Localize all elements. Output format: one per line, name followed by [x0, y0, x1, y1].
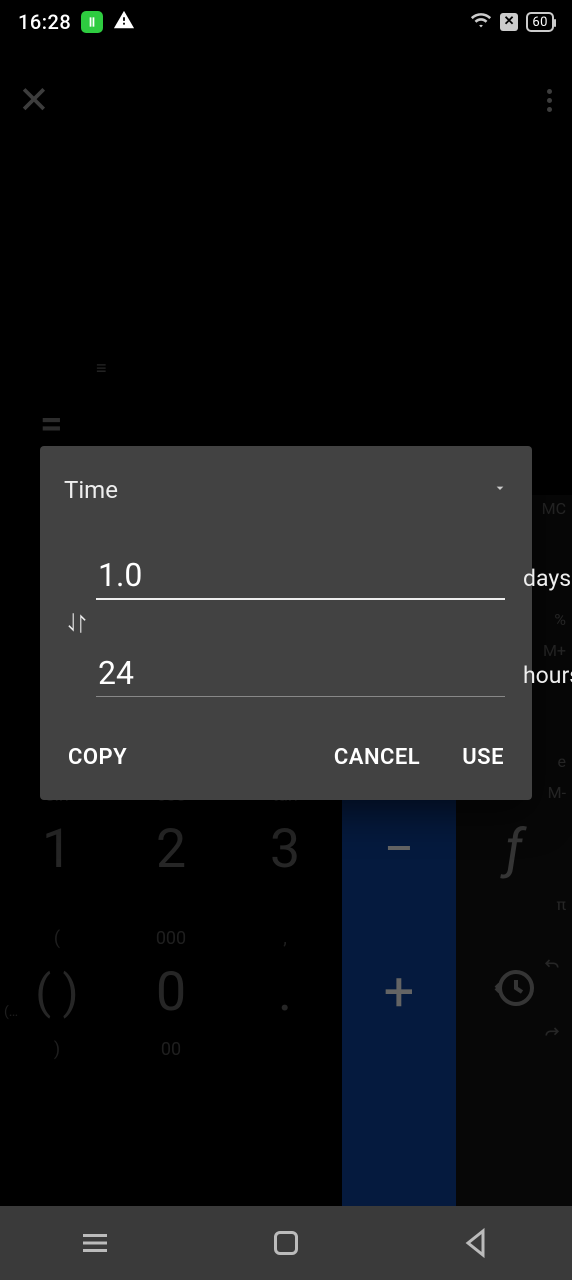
key-1[interactable]: sin1 — [0, 779, 114, 921]
equals-indicator: = — [40, 400, 63, 447]
from-unit-select[interactable]: days — [523, 565, 572, 600]
from-value-input[interactable] — [96, 552, 505, 600]
key-3[interactable]: tan3 — [228, 779, 342, 921]
system-nav-bar — [0, 1206, 572, 1280]
key-plus[interactable]: + — [342, 922, 456, 1064]
from-unit-label: days — [523, 565, 571, 592]
warning-icon — [113, 9, 135, 36]
to-value-input[interactable] — [96, 650, 505, 697]
status-x-icon: ✕ — [500, 13, 518, 31]
to-unit-select[interactable]: hours — [523, 662, 572, 697]
unit-converter-dialog: Time days hours — [40, 446, 532, 800]
history-icon — [490, 964, 538, 1022]
history-indicator-icon: ≡ — [96, 358, 107, 379]
key-decimal[interactable]: ,. — [228, 922, 342, 1064]
status-clock: 16:28 — [18, 10, 71, 34]
key-function[interactable]: M- ƒ π — [456, 779, 572, 921]
battery-indicator: 60 — [526, 12, 554, 32]
wifi-icon — [470, 9, 492, 36]
key-parentheses[interactable]: ( (… ( ) ) — [0, 922, 114, 1064]
key-0[interactable]: 000000 — [114, 922, 228, 1064]
key-history[interactable] — [456, 922, 572, 1064]
nav-recents-icon[interactable] — [77, 1225, 113, 1261]
to-unit-label: hours — [523, 662, 572, 689]
nav-back-icon[interactable] — [459, 1225, 495, 1261]
key-minus[interactable]: − — [342, 779, 456, 921]
key-2[interactable]: cos2 — [114, 779, 228, 921]
app-topbar: ✕ — [0, 60, 572, 140]
copy-button[interactable]: COPY — [64, 735, 131, 780]
converter-category[interactable]: Time — [64, 476, 118, 504]
close-icon[interactable]: ✕ — [8, 72, 60, 129]
redo-icon — [542, 998, 562, 1056]
memory-mminus-label: M- — [548, 783, 566, 802]
swap-icon[interactable] — [64, 610, 90, 640]
nav-home-icon[interactable] — [268, 1225, 304, 1261]
cancel-button[interactable]: CANCEL — [330, 735, 424, 780]
status-bar: 16:28 ✕ 60 — [0, 0, 572, 44]
chevron-down-icon[interactable] — [492, 480, 508, 500]
use-button[interactable]: USE — [458, 735, 508, 780]
overflow-menu-icon[interactable] — [541, 81, 558, 120]
undo-icon — [542, 930, 562, 988]
status-app-icon — [81, 11, 103, 33]
memory-mc-label: MC — [542, 499, 566, 518]
